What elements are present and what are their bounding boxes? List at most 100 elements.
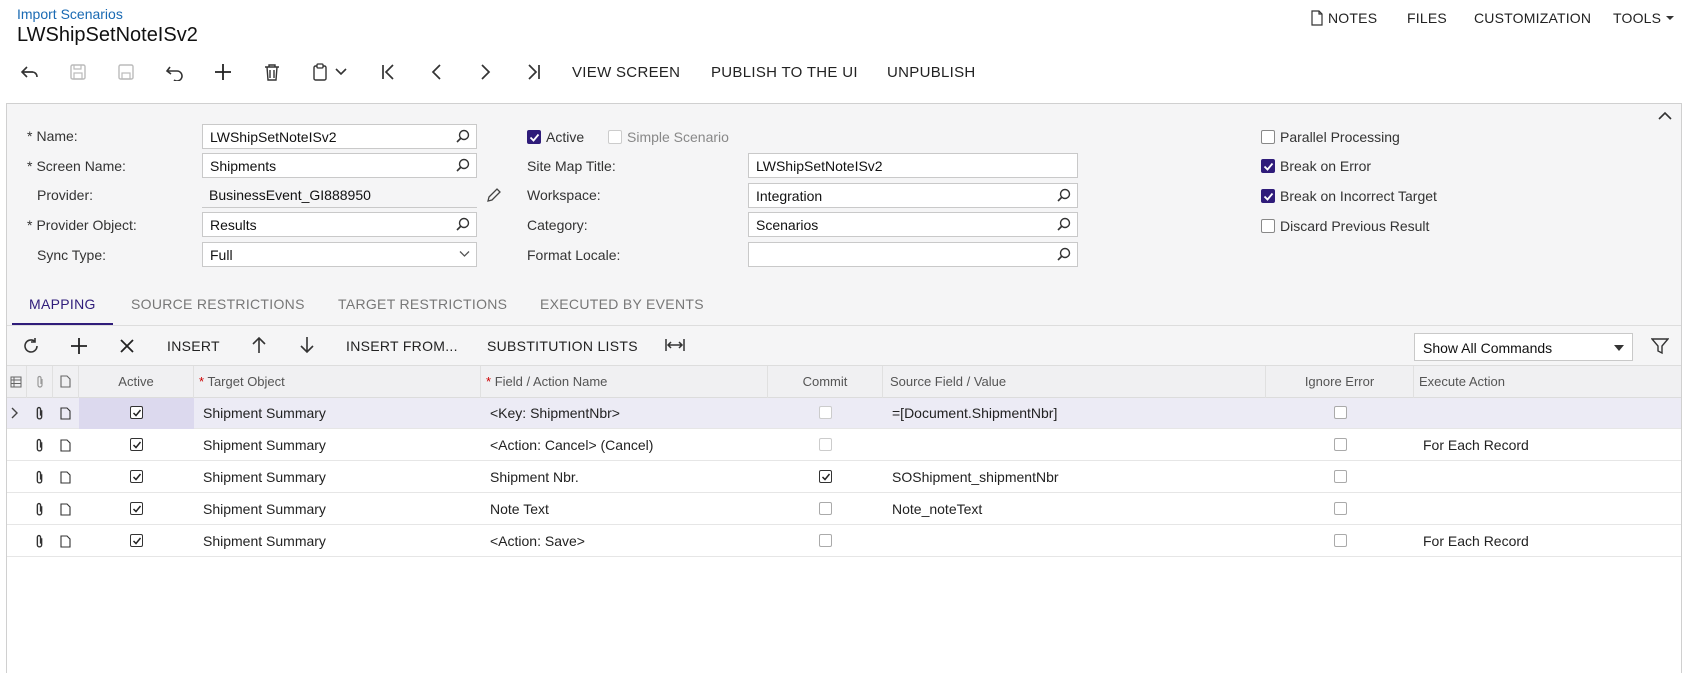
note-icon[interactable] — [60, 535, 71, 548]
table-row[interactable]: Shipment Summary <Key: ShipmentNbr> =[Do… — [7, 398, 1681, 429]
files-button[interactable]: FILES — [1407, 10, 1447, 26]
ignore-error-checkbox[interactable] — [1334, 470, 1347, 483]
search-icon[interactable] — [1057, 247, 1071, 261]
commit-checkbox[interactable] — [819, 534, 832, 547]
source-field-cell[interactable]: Note_noteText — [892, 494, 982, 525]
table-row[interactable]: Shipment Summary <Action: Save> For Each… — [7, 526, 1681, 557]
active-checkbox[interactable] — [130, 534, 143, 547]
source-field-cell[interactable]: SOShipment_shipmentNbr — [892, 462, 1059, 493]
back-icon[interactable] — [18, 60, 42, 84]
search-icon[interactable] — [456, 129, 470, 143]
notes-button[interactable]: NOTES — [1310, 10, 1377, 26]
active-cell[interactable] — [79, 494, 194, 525]
paperclip-icon[interactable] — [34, 438, 45, 453]
customization-button[interactable]: CUSTOMIZATION — [1474, 10, 1591, 26]
target-object-cell[interactable]: Shipment Summary — [203, 398, 326, 429]
break-on-incorrect-target-checkbox[interactable] — [1261, 189, 1275, 203]
paperclip-icon[interactable] — [34, 534, 45, 549]
break-on-incorrect-target-row[interactable]: Break on Incorrect Target — [1261, 188, 1437, 204]
parallel-processing-row[interactable]: Parallel Processing — [1261, 129, 1400, 145]
grid-settings-header[interactable] — [7, 366, 27, 398]
sync-type-select[interactable]: Full — [202, 242, 477, 267]
clipboard-icon[interactable] — [308, 60, 332, 84]
tab-target-restrictions[interactable]: TARGET RESTRICTIONS — [338, 296, 507, 312]
substitution-lists-button[interactable]: SUBSTITUTION LISTS — [487, 338, 638, 354]
field-action-cell[interactable]: Note Text — [490, 494, 549, 525]
parallel-processing-checkbox[interactable] — [1261, 130, 1275, 144]
search-icon[interactable] — [1057, 188, 1071, 202]
search-icon[interactable] — [1057, 217, 1071, 231]
target-object-cell[interactable]: Shipment Summary — [203, 430, 326, 461]
active-cell[interactable] — [79, 430, 194, 461]
source-field-cell[interactable]: =[Document.ShipmentNbr] — [892, 398, 1057, 429]
active-checkbox[interactable] — [130, 502, 143, 515]
last-record-icon[interactable] — [521, 60, 545, 84]
filter-icon[interactable] — [1650, 337, 1670, 358]
ignore-error-checkbox[interactable] — [1334, 406, 1347, 419]
field-action-cell[interactable]: <Key: ShipmentNbr> — [490, 398, 620, 429]
target-object-column-header[interactable]: * Target Object — [194, 366, 481, 398]
active-cell[interactable] — [79, 462, 194, 493]
delete-row-icon[interactable] — [119, 338, 135, 357]
break-on-error-row[interactable]: Break on Error — [1261, 158, 1371, 174]
tab-mapping[interactable]: MAPPING — [29, 296, 96, 312]
note-icon[interactable] — [60, 503, 71, 516]
provider-object-field[interactable]: Results — [202, 212, 477, 237]
discard-previous-result-row[interactable]: Discard Previous Result — [1261, 218, 1429, 234]
execute-action-cell[interactable]: For Each Record — [1423, 526, 1529, 557]
site-map-title-field[interactable]: LWShipSetNoteISv2 — [748, 153, 1078, 178]
insert-button[interactable]: INSERT — [167, 338, 220, 354]
active-checkbox[interactable] — [527, 130, 541, 144]
save-icon[interactable] — [114, 60, 138, 84]
format-locale-field[interactable] — [748, 242, 1078, 267]
active-checkbox[interactable] — [130, 438, 143, 451]
name-field[interactable]: LWShipSetNoteISv2 — [202, 124, 477, 149]
category-field[interactable]: Scenarios — [748, 212, 1078, 237]
execute-action-column-header[interactable]: Execute Action — [1414, 366, 1681, 398]
next-record-icon[interactable] — [473, 60, 497, 84]
delete-icon[interactable] — [260, 60, 284, 84]
fit-columns-icon[interactable] — [665, 337, 685, 356]
add-icon[interactable] — [211, 60, 235, 84]
active-checkbox[interactable] — [130, 470, 143, 483]
ignore-error-column-header[interactable]: Ignore Error — [1266, 366, 1414, 398]
refresh-icon[interactable] — [22, 337, 40, 358]
table-row[interactable]: Shipment Summary Note Text Note_noteText — [7, 494, 1681, 525]
screen-name-field[interactable]: Shipments — [202, 153, 477, 178]
break-on-error-checkbox[interactable] — [1261, 159, 1275, 173]
table-row[interactable]: Shipment Summary <Action: Cancel> (Cance… — [7, 430, 1681, 461]
edit-pencil-icon[interactable] — [486, 187, 502, 206]
note-icon[interactable] — [60, 439, 71, 452]
ignore-error-checkbox[interactable] — [1334, 438, 1347, 451]
paperclip-icon[interactable] — [34, 470, 45, 485]
target-object-cell[interactable]: Shipment Summary — [203, 526, 326, 557]
collapse-chevron-icon[interactable] — [1658, 108, 1672, 124]
publish-to-ui-button[interactable]: PUBLISH TO THE UI — [711, 64, 858, 81]
execute-action-cell[interactable]: For Each Record — [1423, 430, 1529, 461]
paperclip-icon[interactable] — [34, 502, 45, 517]
active-column-header[interactable]: Active — [79, 366, 194, 398]
add-row-icon[interactable] — [70, 337, 88, 358]
field-action-cell[interactable]: <Action: Cancel> (Cancel) — [490, 430, 653, 461]
save-close-icon[interactable] — [66, 60, 90, 84]
field-action-column-header[interactable]: * Field / Action Name — [481, 366, 768, 398]
commit-checkbox[interactable] — [819, 470, 832, 483]
move-up-icon[interactable] — [251, 336, 267, 357]
note-icon[interactable] — [60, 407, 71, 420]
ignore-error-checkbox[interactable] — [1334, 534, 1347, 547]
field-action-cell[interactable]: <Action: Save> — [490, 526, 585, 557]
unpublish-button[interactable]: UNPUBLISH — [887, 64, 976, 81]
simple-scenario-checkbox[interactable] — [608, 130, 622, 144]
active-checkbox-row[interactable]: Active — [527, 129, 584, 145]
commit-checkbox[interactable] — [819, 438, 832, 451]
target-object-cell[interactable]: Shipment Summary — [203, 494, 326, 525]
active-checkbox[interactable] — [130, 406, 143, 419]
view-screen-button[interactable]: VIEW SCREEN — [572, 64, 680, 81]
undo-icon[interactable] — [163, 60, 187, 84]
move-down-icon[interactable] — [299, 336, 315, 357]
ignore-error-checkbox[interactable] — [1334, 502, 1347, 515]
tab-source-restrictions[interactable]: SOURCE RESTRICTIONS — [131, 296, 305, 312]
source-field-column-header[interactable]: Source Field / Value — [883, 366, 1266, 398]
commit-checkbox[interactable] — [819, 502, 832, 515]
commit-column-header[interactable]: Commit — [768, 366, 883, 398]
